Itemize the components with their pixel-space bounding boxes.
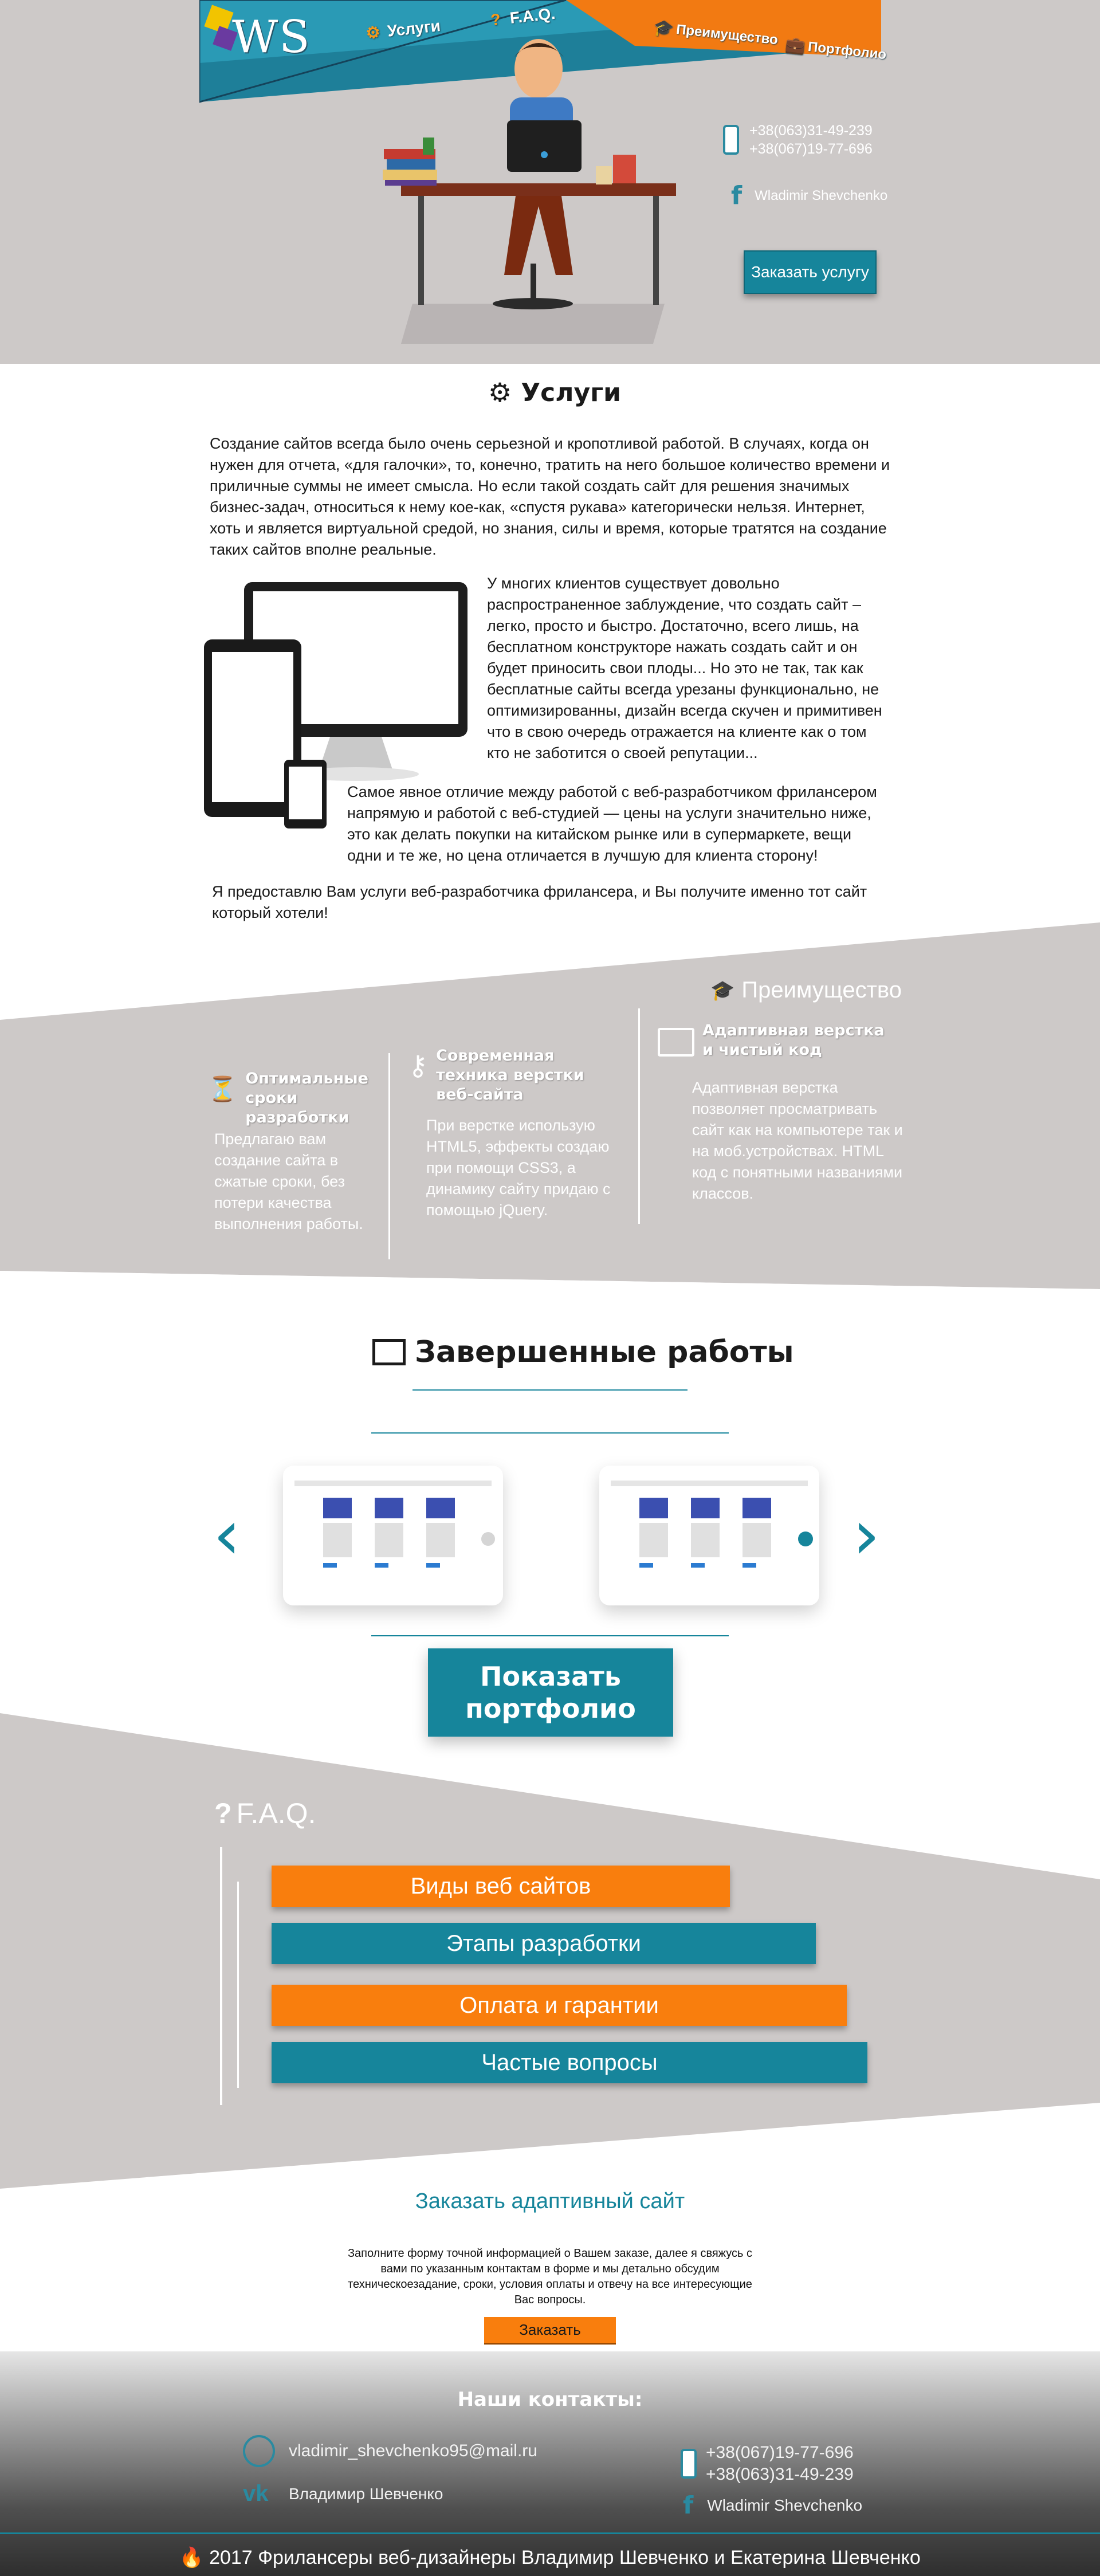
order-button[interactable]: Заказать: [484, 2317, 616, 2345]
faq-title: ? F.A.Q.: [214, 1797, 316, 1830]
faq-item[interactable]: Виды веб сайтов: [272, 1866, 730, 1907]
divider: [237, 1882, 239, 2088]
hourglass-icon: ⏳: [207, 1075, 238, 1102]
divider: [371, 1635, 729, 1636]
divider: [388, 1053, 390, 1259]
advantage-heading: Адаптивная верстка и чистый код: [702, 1022, 885, 1059]
order-description: Заполните форму точной информацией о Ваш…: [347, 2247, 753, 2306]
phone-icon: [681, 2449, 697, 2479]
order-title: Заказать адаптивный сайт: [415, 2189, 685, 2213]
briefcase-icon: 💼: [784, 35, 806, 56]
image-icon: [372, 1339, 406, 1365]
gear-icon: ⚙: [488, 377, 512, 408]
key-icon: ⚷: [408, 1051, 429, 1081]
divider: [638, 1008, 640, 1224]
divider: [371, 1432, 729, 1434]
divider: [412, 1389, 688, 1391]
facebook-icon: f: [731, 181, 742, 210]
divider: [220, 1847, 222, 2105]
hero-phones: +38(063)31-49-239 +38(067)19-77-696: [723, 121, 873, 158]
advantage-body: Адаптивная верстка позволяет просматрива…: [692, 1079, 903, 1202]
hero-phone-2[interactable]: +38(067)19-77-696: [749, 140, 873, 158]
hero-phone-1[interactable]: +38(063)31-49-239: [749, 121, 873, 140]
faq-title-label: F.A.Q.: [236, 1797, 316, 1829]
copyright-label: 2017 Фрилансеры веб-дизайнеры Владимир Ш…: [209, 2547, 921, 2569]
footer-phone-2[interactable]: +38(063)31-49-239: [706, 2464, 854, 2485]
hero-section: WS ⚙ Услуги ? F.A.Q. 🎓 Преимущество 💼 По…: [0, 0, 1100, 364]
services-paragraph-2: У многих клиентов существует довольно ра…: [487, 575, 882, 761]
page: WS ⚙ Услуги ? F.A.Q. 🎓 Преимущество 💼 По…: [0, 0, 1100, 2576]
faq-item[interactable]: Частые вопросы: [272, 2042, 867, 2083]
services-title: ⚙ Услуги: [488, 377, 621, 408]
portfolio-card[interactable]: [283, 1466, 503, 1605]
footer-vk-label: Владимир Шевченко: [289, 2484, 443, 2503]
footer-facebook[interactable]: f Wladimir Shevchenko: [683, 2491, 862, 2519]
mail-icon: [243, 2435, 275, 2467]
services-paragraph-1: Создание сайтов всегда было очень серьез…: [210, 435, 890, 558]
advantage-body: Предлагаю вам создание сайта в сжатые ср…: [214, 1130, 363, 1232]
question-icon: ?: [490, 10, 502, 29]
advantage-item-2: ⚷ Современная техника верстки веб-сайта: [408, 1046, 619, 1105]
faq-item[interactable]: Этапы разработки: [272, 1923, 816, 1964]
footer-email[interactable]: vladimir_shevchenko95@mail.ru: [243, 2435, 537, 2467]
advantage-body: При верстке использую HTML5, эффекты соз…: [426, 1117, 611, 1219]
services-paragraph-3: Самое явное отличие между работой с веб-…: [347, 783, 877, 864]
order-service-button[interactable]: Заказать услугу: [744, 250, 877, 294]
question-icon: ?: [214, 1797, 232, 1829]
works-title: Завершенные работы: [372, 1335, 794, 1369]
services-title-label: Услуги: [521, 378, 621, 407]
graduation-cap-icon: 🎓: [710, 979, 735, 1002]
developer-illustration: [383, 39, 676, 344]
facebook-icon: f: [683, 2491, 694, 2519]
phone-icon: [723, 125, 739, 155]
vk-icon: vk: [243, 2481, 269, 2506]
hero-facebook-label: Wladimir Shevchenko: [755, 187, 888, 203]
copyright: 🔥 2017 Фрилансеры веб-дизайнеры Владимир…: [0, 2539, 1100, 2576]
advantage-heading: Современная техника верстки веб-сайта: [436, 1047, 584, 1104]
faq-item[interactable]: Оплата и гарантии: [272, 1985, 847, 2026]
advantages-title: 🎓 Преимущество: [710, 977, 902, 1003]
portfolio-card[interactable]: [599, 1466, 819, 1605]
logo[interactable]: WS: [232, 11, 311, 63]
advantage-item-3: Адаптивная верстка и чистый код: [658, 1021, 886, 1060]
divider: [0, 2532, 1100, 2534]
carousel-next-arrow[interactable]: ›: [852, 1501, 880, 1570]
footer-email-label: vladimir_shevchenko95@mail.ru: [289, 2441, 537, 2460]
footer-phones: +38(067)19-77-696 +38(063)31-49-239: [681, 2442, 854, 2485]
carousel-prev-arrow[interactable]: ‹: [213, 1501, 241, 1570]
advantage-heading: Оптимальные сроки разработки: [245, 1070, 368, 1126]
footer-vk[interactable]: vk Владимир Шевченко: [243, 2481, 443, 2507]
footer-facebook-label: Wladimir Shevchenko: [707, 2496, 863, 2514]
footer-title: Наши контакты:: [457, 2388, 643, 2411]
monitor-icon: [658, 1028, 694, 1057]
works-title-label: Завершенные работы: [415, 1335, 794, 1369]
advantage-item-1: ⏳ Оптимальные сроки разработки: [207, 1069, 394, 1128]
services-paragraph-4: Я предоставлю Вам услуги веб-разработчик…: [212, 883, 867, 921]
footer-phone-1[interactable]: +38(067)19-77-696: [706, 2442, 854, 2464]
advantages-title-label: Преимущество: [741, 977, 902, 1003]
portfolio-screenshot: [611, 1481, 813, 1568]
portfolio-screenshot: [294, 1481, 495, 1568]
hero-facebook[interactable]: f Wladimir Shevchenko: [731, 181, 887, 210]
fire-icon: 🔥: [179, 2547, 204, 2569]
